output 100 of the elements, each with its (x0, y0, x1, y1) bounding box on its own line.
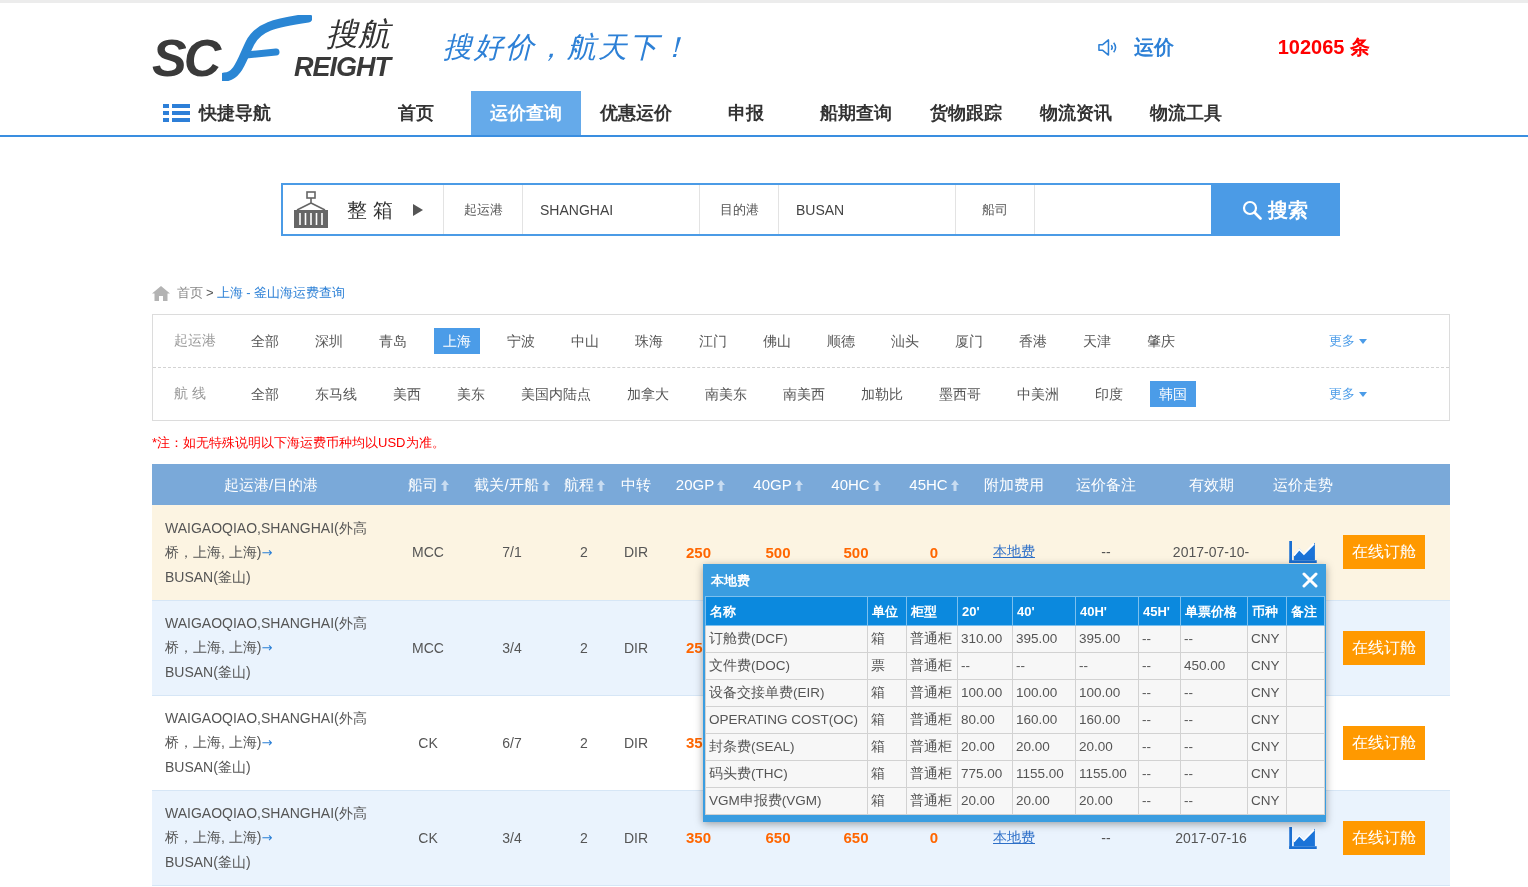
filter-option[interactable]: 汕头 (882, 328, 928, 354)
sort-arrow-icon[interactable] (794, 480, 803, 491)
remark-text: -- (1101, 544, 1111, 561)
transit-days: 2 (580, 829, 588, 846)
column-header: 起运港/目的港 (152, 464, 390, 505)
sort-arrow-icon[interactable] (541, 480, 550, 491)
nav-tab[interactable]: 物流资讯 (1021, 91, 1131, 135)
column-header: 备注 (1286, 596, 1325, 626)
transship-text: DIR (623, 544, 649, 561)
price-text: 350 (686, 829, 712, 846)
price-text: 650 (765, 829, 791, 846)
filter-option[interactable]: 加勒比 (852, 381, 912, 407)
filter-option[interactable]: 美国内陆点 (512, 381, 600, 407)
filter-option[interactable]: 江门 (690, 328, 736, 354)
column-header: 运价走势 (1265, 464, 1341, 505)
search-icon (1241, 199, 1262, 220)
table-cell: -- (1180, 787, 1248, 815)
column-header: 柜型 (906, 596, 958, 626)
route-text: WAIGAOQIAO,SHANGHAI(外高桥，上海, 上海)→ BUSAN(釜山) (165, 518, 368, 587)
close-icon[interactable] (1302, 572, 1318, 588)
schedule-text: 3/4 (502, 829, 522, 846)
sort-arrow-icon[interactable] (717, 480, 726, 491)
filter-option[interactable]: 美西 (384, 381, 430, 407)
field-label: 目的港 (719, 200, 759, 219)
table-cell: 450.00 (1180, 652, 1248, 680)
table-cell: 订舱费(DCF) (705, 625, 868, 653)
nav-tab[interactable]: 申报 (691, 91, 801, 135)
slogan-text: 搜好价，航天下！ (443, 32, 691, 62)
column-header: 45H' (1138, 596, 1181, 626)
sort-arrow-icon[interactable] (950, 480, 959, 491)
filter-option[interactable]: 佛山 (754, 328, 800, 354)
surcharge-link[interactable]: 本地费 (993, 543, 1035, 560)
sort-arrow-icon[interactable] (872, 480, 881, 491)
column-header: 40H' (1075, 596, 1139, 626)
breadcrumb-current[interactable]: 上海 - 釜山海运费查询 (216, 285, 346, 301)
column-header: 单票价格 (1180, 596, 1248, 626)
remark-text: -- (1101, 829, 1111, 846)
price-text: 500 (765, 543, 791, 561)
filter-option[interactable]: 全部 (242, 328, 288, 354)
filter-option[interactable]: 青岛 (370, 328, 416, 354)
filter-option[interactable]: 宁波 (498, 328, 544, 354)
column-header: 名称 (705, 596, 868, 626)
caret-icon (412, 203, 423, 216)
filter-option[interactable]: 美东 (448, 381, 494, 407)
nav-tab[interactable]: 优惠运价 (581, 91, 691, 135)
currency-note: *注：如无特殊说明以下海运费币种均以USD为准。 (152, 435, 445, 450)
area-chart-icon[interactable] (1288, 826, 1318, 849)
table-cell: 文件费(DOC) (705, 652, 868, 680)
table-cell: 封条费(SEAL) (705, 733, 868, 761)
filter-option[interactable]: 南美东 (696, 381, 756, 407)
table-cell: -- (1180, 679, 1248, 707)
table-cell: -- (1180, 760, 1248, 788)
filter-option[interactable]: 珠海 (626, 328, 672, 354)
nav-tab[interactable]: 首页 (361, 91, 471, 135)
filter-option[interactable]: 南美西 (774, 381, 834, 407)
schedule-text: 3/4 (502, 639, 522, 656)
price-text: 500 (843, 543, 869, 561)
filter-option[interactable]: 东马线 (306, 381, 366, 407)
sort-arrow-icon[interactable] (596, 480, 605, 491)
transship-text: DIR (623, 829, 649, 846)
nav-tab[interactable]: 货物跟踪 (911, 91, 1021, 135)
filter-option[interactable]: 加拿大 (618, 381, 678, 407)
price-text: 25 (686, 639, 703, 656)
popup-title: 本地费 (711, 573, 750, 587)
table-cell: VGM申报费(VGM) (705, 787, 868, 815)
filter-option[interactable]: 中山 (562, 328, 608, 354)
filter-option[interactable]: 天津 (1074, 328, 1120, 354)
ticker-label[interactable]: 运价 (1133, 37, 1174, 57)
column-header: 40' (1012, 596, 1076, 626)
filter-option[interactable]: 中美洲 (1008, 381, 1068, 407)
column-header: 20' (957, 596, 1013, 626)
filter-option[interactable]: 香港 (1010, 328, 1056, 354)
breadcrumb-link[interactable]: 首页 (177, 285, 203, 301)
price-text: 35 (686, 734, 703, 751)
column-header: 附加费用 (973, 464, 1055, 505)
table-cell: 码头费(THC) (705, 760, 868, 788)
filter-option[interactable]: 印度 (1086, 381, 1132, 407)
nav-tab[interactable]: 船期查询 (801, 91, 911, 135)
filter-option[interactable]: 全部 (242, 381, 288, 407)
table-cell: OPERATING COST(OC) (705, 706, 868, 734)
area-chart-icon[interactable] (1288, 541, 1318, 564)
route-text: WAIGAOQIAO,SHANGHAI(外高桥，上海, 上海)→ BUSAN(釜山) (165, 709, 368, 777)
filter-option[interactable]: 墨西哥 (930, 381, 990, 407)
schedule-text: 7/1 (502, 544, 522, 561)
carrier-name: CK (418, 829, 438, 846)
filter-option[interactable]: 厦门 (946, 328, 992, 354)
carrier-name: MCC (412, 639, 444, 656)
filter-label: 航 线 (174, 385, 207, 403)
menu-icon (163, 104, 190, 122)
filter-option[interactable]: 深圳 (306, 328, 352, 354)
filter-option[interactable]: 顺德 (818, 328, 864, 354)
filter-label: 起运港 (174, 332, 217, 350)
container-type-select[interactable]: 整 箱 (283, 185, 443, 234)
sort-arrow-icon[interactable] (440, 480, 449, 491)
filter-option[interactable]: 肇庆 (1138, 328, 1184, 354)
quick-nav-button[interactable]: 快捷导航 (163, 91, 361, 135)
breadcrumb-separator: > (206, 285, 214, 301)
route-text: WAIGAOQIAO,SHANGHAI(外高桥，上海, 上海)→ BUSAN(釜山) (165, 614, 368, 682)
surcharge-link[interactable]: 本地费 (993, 828, 1035, 845)
nav-tab[interactable]: 物流工具 (1131, 91, 1241, 135)
